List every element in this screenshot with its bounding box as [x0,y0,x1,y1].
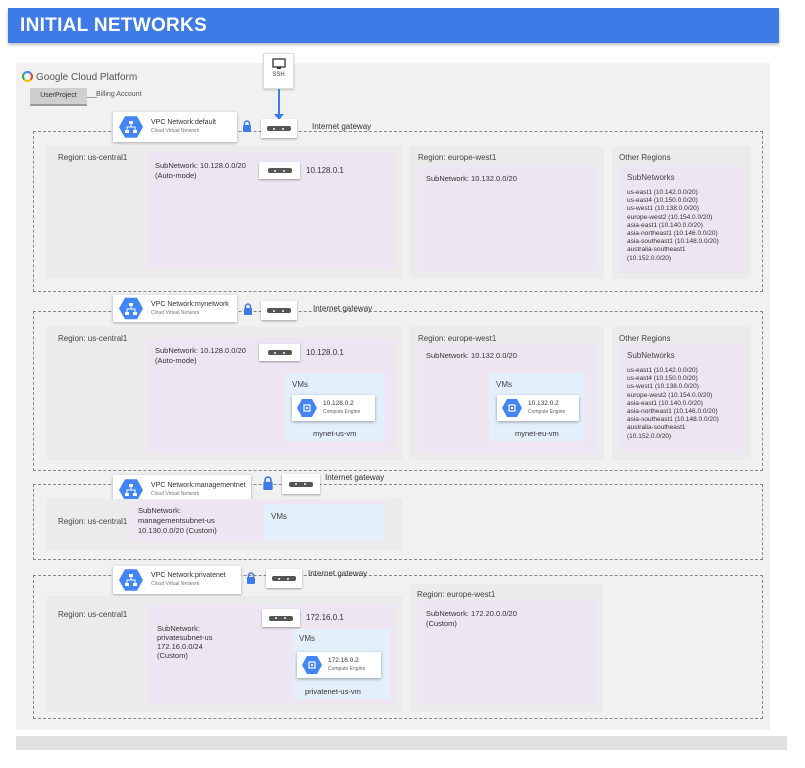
internet-gateway-default [261,119,297,138]
internet-gateway-privatenet [266,569,302,588]
gateway-icon [267,168,292,173]
subnet-label: SubNetwork: 172.20.0.0/20 [426,609,517,618]
vm-card-mynet-us-vm[interactable]: 10.128.0.2 Compute Engine [292,395,375,421]
vms-label: VMs [271,512,287,521]
gateway-ip: 10.128.0.1 [306,348,344,357]
internet-gateway-managementnet [282,474,320,494]
subnet-mode: (Auto-mode) [155,171,197,180]
compute-engine-icon [502,399,522,417]
vpc-title: VPC Network:managementnet [151,482,246,489]
vm-name: privatenet-us-vm [305,687,361,696]
vm-type: Compute Engine [528,409,566,415]
gateway-icon [267,126,291,131]
lock-icon [246,571,256,589]
gateway-icon [289,481,313,487]
subnet-mode: (Custom) [157,651,188,660]
vm-ip: 10.128.0.2 [323,400,354,407]
vm-ip: 172.16.0.2 [328,657,359,664]
vpc-subtitle: Cloud Virtual Network [151,309,200,316]
vm-name: mynet-us-vm [313,429,357,438]
vpc-title: VPC Network:privatenet [151,572,226,579]
gateway-icon [272,576,296,581]
lock-icon [262,476,274,495]
vpc-title: VPC Network:mynetwork [151,300,229,308]
vms-label: VMs [299,634,315,643]
region-label: Other Regions [619,153,671,162]
vm-card-privatenet-us-vm[interactable]: 172.16.0.2 Compute Engine [297,652,381,678]
region-label: Region: us-central1 [58,610,128,619]
vms-box [264,504,384,540]
vpc-subtitle: Cloud Virtual Network [151,581,200,587]
gateway-ip: 172.16.0.1 [306,613,344,622]
ssh-label: SSH [272,72,285,78]
vpc-subtitle: Cloud Virtual Network [151,491,200,497]
internet-gateway-label: Internet gateway [312,122,372,131]
gateway-icon [267,308,291,313]
vpc-card-privatenet: VPC Network:privatenet Cloud Virtual Netw… [113,566,241,594]
vms-label: VMs [292,380,308,389]
subnet-range: 10.130.0.0/20 (Custom) [138,526,217,535]
region-label: Region: us-central1 [58,153,128,162]
gateway-ip: 10.128.0.1 [306,166,344,175]
monitor-icon [271,58,286,69]
internet-gateway-label: Internet gateway [308,569,368,578]
vm-type: Compute Engine [323,409,361,415]
subnet-label: SubNetwork: 10.128.0.0/20 [155,346,246,355]
vpc-network-icon [119,297,143,320]
ssh-client: SSH [263,53,294,89]
vpc-subtitle: Cloud Virtual Network [151,128,200,134]
user-project: UserProject [30,88,87,106]
lock-icon [242,119,252,137]
subnet-gateway [262,609,300,627]
region-label: Region: us-central1 [58,517,128,526]
vm-ip: 10.132.0.2 [528,400,559,407]
subnet-label: SubNetwork: 10.132.0.0/20 [426,351,517,360]
subnet-label: SubNetwork: 10.132.0.0/20 [426,174,517,183]
region-label: Region: us-central1 [58,334,128,343]
gcp-logo-text: Google Cloud Platform [36,72,138,83]
internet-gateway-label: Internet gateway [313,304,373,313]
subnet-range: 172.16.0.0/24 [157,642,203,651]
region-label: Other Regions [619,334,671,343]
vm-name: mynet-eu-vm [515,429,559,438]
gateway-icon [267,350,292,355]
subnet-name: managementsubnet-us [138,516,215,525]
subnet-label: SubNetwork: 10.128.0.0/20 [155,161,246,170]
vpc-card-default: VPC Network:default Cloud Virtual Network [113,112,237,142]
other-regions-list: us-east1 (10.142.0.0/20) us-east4 (10.15… [627,367,719,440]
subnetworks-heading: SubNetworks [627,173,675,182]
internet-gateway-mynetwork [261,301,297,320]
subnet-label: SubNetwork: [138,506,181,515]
region-label: Region: europe-west1 [417,590,496,599]
region-label: Region: europe-west1 [418,334,497,343]
footer-bar [16,736,787,750]
gcp-logo-icon [22,71,33,82]
gateway-icon [269,615,293,621]
subnet-mode: (Auto-mode) [155,356,197,365]
subnet-label: SubNetwork: [157,624,200,633]
ssh-arrow [278,89,280,117]
internet-gateway-label: Internet gateway [325,473,385,482]
billing-account: Billing Account [96,91,142,98]
region-label: Region: europe-west1 [418,153,497,162]
lock-icon [243,302,253,320]
subnet-name: privatesubnet-us [157,633,213,642]
subnetworks-heading: SubNetworks [627,351,675,360]
subnet-gateway [259,162,300,179]
other-regions-list: us-east1 (10.142.0.0/20) us-east4 (10.15… [627,189,719,262]
gcp-logo: Google Cloud Platform [22,71,137,83]
vpc-network-icon [119,569,143,591]
vm-card-mynet-eu-vm[interactable]: 10.132.0.2 Compute Engine [497,395,579,421]
vpc-network-icon [119,116,143,138]
vm-type: Compute Engine [328,666,366,672]
vpc-title: VPC Network:default [151,119,216,126]
subnet-mode: (Custom) [426,619,457,628]
page-title: INITIAL NETWORKS [8,8,779,43]
compute-engine-icon [302,656,322,674]
compute-engine-icon [297,399,317,417]
subnet-gateway [259,344,300,361]
vpc-card-mynetwork: VPC Network:mynetwork Cloud Virtual Netwo… [113,295,237,322]
vms-label: VMs [496,380,512,389]
